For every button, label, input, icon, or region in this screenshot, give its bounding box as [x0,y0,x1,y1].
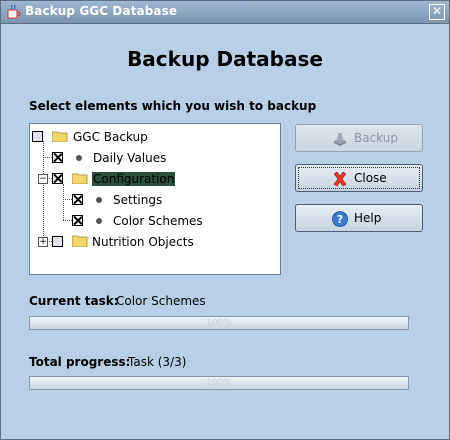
tree-node-label: Daily Values [93,151,167,165]
configuration-checkbox[interactable] [52,173,63,184]
instruction-label: Select elements which you wish to backup [29,99,317,113]
window-title: Backup GGC Database [25,4,178,18]
close-button-label: Close [354,171,387,185]
total-progress-label: Total progress: [29,355,131,369]
leaf-bullet-icon [76,155,82,161]
tree-node-label: Configuration [92,172,176,186]
tree-node-settings[interactable]: Settings [30,190,278,210]
current-task-progress: 100% [29,316,409,330]
backup-button-label: Backup [354,131,398,145]
title-bar[interactable]: Backup GGC Database ✕ [1,1,449,24]
tree-node-daily-values[interactable]: Daily Values [30,148,278,168]
help-icon: ? [332,211,348,227]
nutrition-objects-checkbox[interactable] [52,236,63,247]
tree-node-color-schemes[interactable]: Color Schemes [30,211,278,231]
current-task-label: Current task: [29,294,119,308]
tree-node-nutrition-objects[interactable]: + Nutrition Objects [30,232,278,252]
java-cup-icon [7,4,21,19]
tree-node-root[interactable]: GGC Backup [30,127,278,147]
red-x-icon [333,171,347,187]
tree-node-configuration[interactable]: − Configuration [30,169,278,189]
backup-icon [334,133,346,146]
folder-closed-icon [72,235,88,247]
color-schemes-checkbox[interactable] [72,215,83,226]
backup-dialog: Backup GGC Database ✕ Backup Database Se… [0,0,450,440]
current-task-value: Color Schemes [116,294,206,308]
close-button[interactable]: Close [295,164,423,192]
current-task-progress-text: 100% [206,318,232,328]
backup-button[interactable]: Backup [295,124,423,152]
settings-checkbox[interactable] [72,194,83,205]
folder-open-icon [72,173,88,184]
help-button-label: Help [354,211,382,225]
backup-tree[interactable]: GGC Backup Daily Values − Configuration … [29,123,281,275]
tree-node-label: Settings [113,193,163,207]
svg-text:?: ? [337,213,343,226]
folder-open-icon [52,131,68,142]
expand-toggle-icon[interactable]: + [38,237,48,247]
total-progress-value: Task (3/3) [128,355,187,369]
root-checkbox[interactable] [32,131,43,142]
total-progress-text: 100% [206,378,232,388]
collapse-toggle-icon[interactable]: − [38,174,48,184]
leaf-bullet-icon [96,197,102,203]
tree-node-label: GGC Backup [73,130,148,144]
daily-values-checkbox[interactable] [52,152,63,163]
page-title: Backup Database [127,47,323,71]
tree-node-label: Color Schemes [113,214,203,228]
tree-node-label: Nutrition Objects [92,235,194,249]
total-progress-bar: 100% [29,376,409,390]
leaf-bullet-icon [96,218,102,224]
help-button[interactable]: ? Help [295,204,423,232]
close-window-icon[interactable]: ✕ [429,4,445,20]
